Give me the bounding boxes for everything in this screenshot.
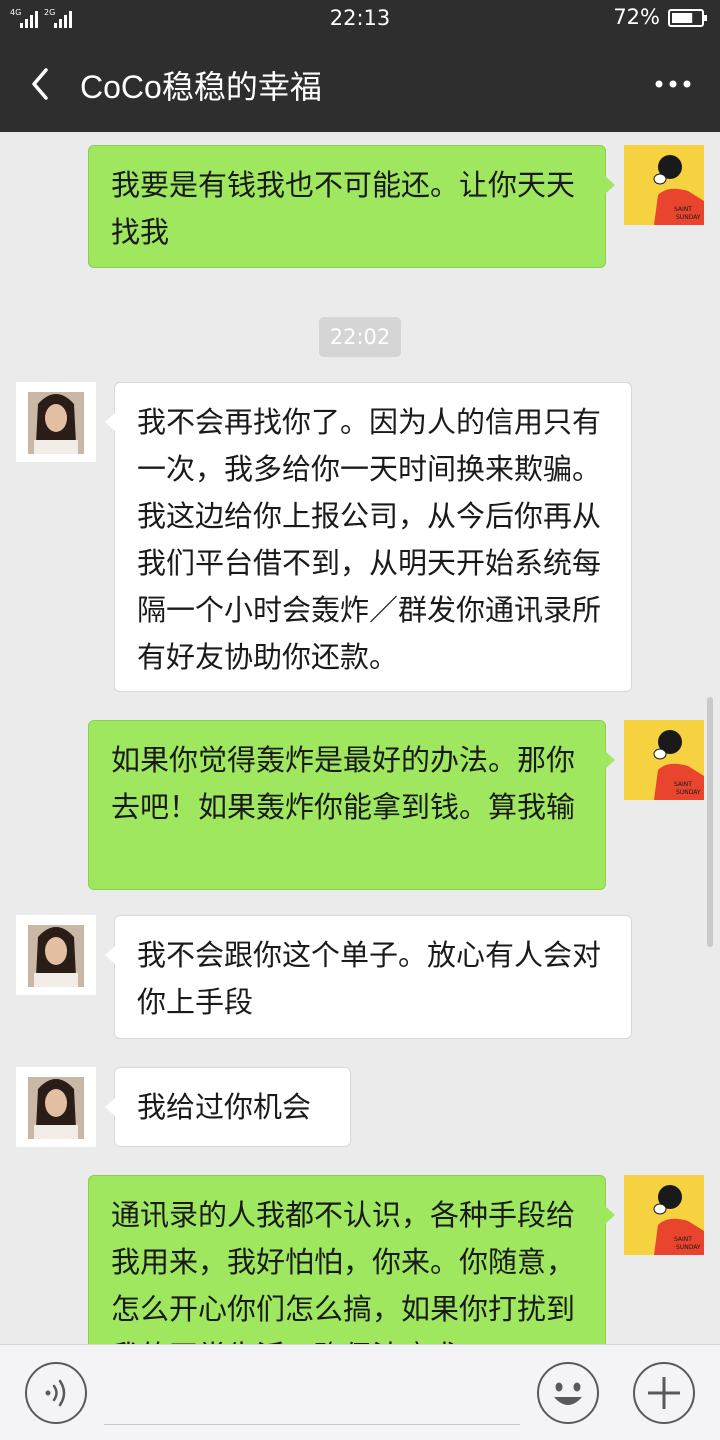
message-bubble-incoming[interactable]: 我不会跟你这个单子。放心有人会对你上手段: [105, 915, 632, 1039]
svg-text:SAINT: SAINT: [674, 781, 692, 788]
svg-text:SUNDAY: SUNDAY: [676, 214, 701, 221]
voice-icon[interactable]: [24, 1361, 88, 1425]
avatar-contact[interactable]: [16, 915, 96, 995]
input-bar: [0, 1344, 720, 1440]
battery-percent: 72%: [613, 5, 660, 29]
avatar-contact[interactable]: [16, 1067, 96, 1147]
message-bubble-incoming[interactable]: 我给过你机会: [105, 1067, 351, 1147]
clock: 22:13: [329, 6, 391, 30]
emoji-icon[interactable]: [536, 1361, 600, 1425]
message-text: 我不会跟你这个单子。放心有人会对你上手段: [137, 938, 602, 1019]
message-text: 我给过你机会: [137, 1090, 312, 1124]
scrollbar[interactable]: [707, 697, 713, 947]
message-bubble-outgoing[interactable]: 我要是有钱我也不可能还。让你天天找我: [88, 145, 615, 268]
message-text: 通讯录的人我都不认识，各种手段给我用来，我好怕怕，你来。你随意，怎么开心你们怎么…: [111, 1198, 576, 1344]
message-bubble-outgoing[interactable]: 通讯录的人我都不认识，各种手段给我用来，我好怕怕，你来。你随意，怎么开心你们怎么…: [88, 1175, 615, 1344]
more-button[interactable]: [648, 64, 698, 104]
plus-icon[interactable]: [632, 1361, 696, 1425]
svg-text:SAINT: SAINT: [674, 206, 692, 213]
status-bar: 4G 2G 22:13 72%: [0, 0, 720, 36]
message-bubble-outgoing[interactable]: 如果你觉得轰炸是最好的办法。那你去吧！如果轰炸你能拿到钱。算我输: [88, 720, 615, 890]
message-text: 如果你觉得轰炸是最好的办法。那你去吧！如果轰炸你能拿到钱。算我输: [111, 743, 576, 824]
svg-text:SAINT: SAINT: [674, 1236, 692, 1243]
avatar-self[interactable]: SAINT SUNDAY: [624, 1175, 704, 1255]
message-input[interactable]: [104, 1361, 520, 1425]
chat-title: CoCo稳稳的幸福: [80, 69, 322, 105]
avatar-contact[interactable]: [16, 382, 96, 462]
message-text: 我要是有钱我也不可能还。让你天天找我: [111, 168, 576, 249]
back-button[interactable]: [22, 60, 62, 108]
timestamp: 22:02: [319, 317, 401, 357]
chat-header: CoCo稳稳的幸福: [0, 36, 720, 132]
message-text: 我不会再找你了。因为人的信用只有一次，我多给你一天时间换来欺骗。我这边给你上报公…: [137, 405, 602, 674]
svg-text:SUNDAY: SUNDAY: [676, 1244, 701, 1251]
svg-text:SUNDAY: SUNDAY: [676, 789, 701, 796]
message-list[interactable]: 我要是有钱我也不可能还。让你天天找我 SAINT SUNDAY 22:02 我不…: [0, 132, 720, 1344]
avatar-self[interactable]: SAINT SUNDAY: [624, 720, 704, 800]
battery-icon: [668, 9, 707, 27]
message-bubble-incoming[interactable]: 我不会再找你了。因为人的信用只有一次，我多给你一天时间换来欺骗。我这边给你上报公…: [105, 382, 632, 692]
avatar-self[interactable]: SAINT SUNDAY: [624, 145, 704, 225]
